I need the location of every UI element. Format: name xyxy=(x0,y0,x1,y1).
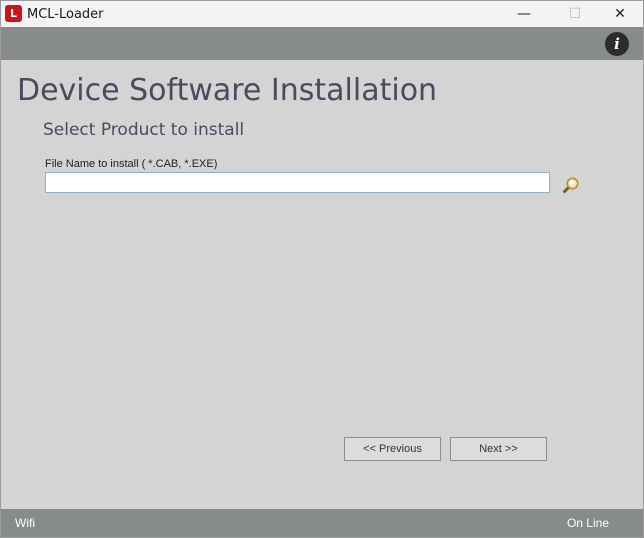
connection-type: Wifi xyxy=(15,516,35,530)
close-button[interactable]: ✕ xyxy=(597,1,643,27)
title-bar: L MCL-Loader — ☐ ✕ xyxy=(1,1,643,27)
app-window: L MCL-Loader — ☐ ✕ i Device Software Ins… xyxy=(0,0,644,538)
app-logo-icon: L xyxy=(5,5,22,22)
previous-button[interactable]: << Previous xyxy=(344,437,441,461)
header-strip: i xyxy=(1,27,643,60)
window-title: MCL-Loader xyxy=(27,7,104,22)
page-title: Device Software Installation xyxy=(17,73,438,108)
file-name-input[interactable] xyxy=(45,172,550,193)
minimize-button[interactable]: — xyxy=(501,1,547,27)
connection-status: On Line xyxy=(566,516,609,530)
maximize-button[interactable]: ☐ xyxy=(552,1,598,27)
status-bar: Wifi On Line xyxy=(1,509,643,537)
file-name-label: File Name to install ( *.CAB, *.EXE) xyxy=(45,158,218,170)
page-subtitle: Select Product to install xyxy=(43,120,245,140)
browse-file-button[interactable] xyxy=(562,176,580,194)
magnifier-search-icon xyxy=(563,177,579,193)
next-button[interactable]: Next >> xyxy=(450,437,547,461)
info-icon[interactable]: i xyxy=(605,32,629,56)
